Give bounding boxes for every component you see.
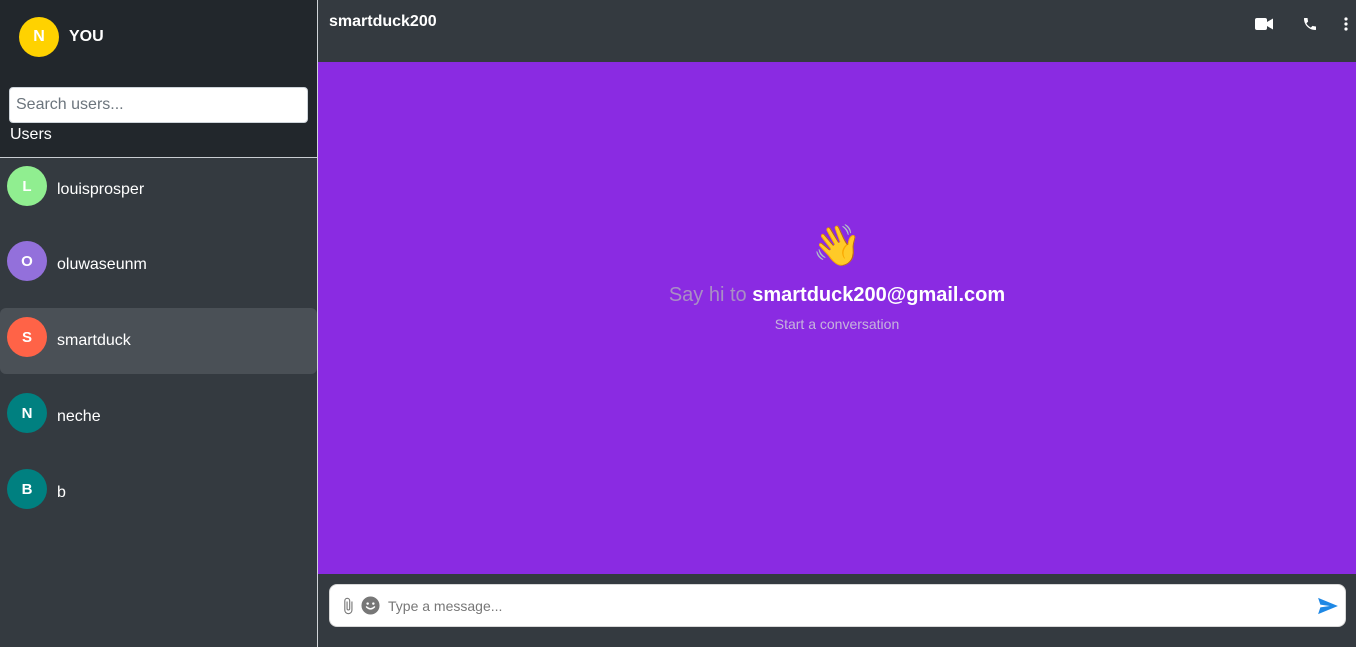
user-list-item[interactable]: Llouisprosper — [0, 158, 317, 222]
say-hi-prefix: Say hi to — [668, 284, 747, 306]
more-vertical-icon — [1344, 17, 1348, 31]
recipient-email: smartduck200@gmail.com — [752, 284, 1006, 306]
emoji-button[interactable] — [361, 596, 380, 615]
paperclip-icon — [344, 597, 353, 614]
user-name: neche — [57, 408, 101, 425]
wave-emoji: 👋 — [812, 224, 862, 268]
voice-call-button[interactable] — [1300, 14, 1320, 34]
user-avatar: N — [7, 393, 47, 433]
user-name: oluwaseunm — [57, 256, 147, 273]
smiley-icon — [361, 596, 380, 615]
message-area: 👋 Say hi to smartduck200@gmail.com Start… — [318, 62, 1356, 574]
current-user-name: YOU — [69, 28, 104, 45]
chat-header: smartduck200 — [318, 0, 1356, 62]
phone-icon — [1304, 18, 1316, 30]
chat-panel: smartduck200 👋 Say hi to smartduck200@gm… — [318, 0, 1356, 647]
chat-header-actions — [1254, 14, 1356, 34]
sidebar: N YOU Users Llouisprosper Ooluwaseunm Ssma… — [0, 0, 318, 647]
message-composer — [329, 584, 1346, 627]
user-avatar: L — [7, 166, 47, 206]
attach-button[interactable] — [339, 597, 357, 615]
search-input[interactable] — [9, 87, 308, 123]
user-list-item[interactable]: Ooluwaseunm — [0, 232, 317, 298]
say-hi-text: Say hi to smartduck200@gmail.com — [318, 284, 1356, 307]
composer-bar — [318, 574, 1356, 647]
message-input[interactable] — [388, 590, 1317, 621]
user-list-item[interactable]: Bb — [0, 460, 317, 526]
user-name: louisprosper — [57, 181, 145, 198]
empty-conversation: 👋 Say hi to smartduck200@gmail.com Start… — [318, 222, 1356, 332]
user-avatar: B — [7, 469, 47, 509]
send-button[interactable] — [1317, 597, 1339, 615]
video-call-button[interactable] — [1254, 14, 1274, 34]
chat-app: N YOU Users Llouisprosper Ooluwaseunm Ssma… — [0, 0, 1356, 647]
user-name: b — [57, 484, 66, 501]
send-icon — [1318, 597, 1338, 614]
user-list-item[interactable]: Ssmartduck — [0, 308, 317, 374]
chat-title: smartduck200 — [329, 13, 437, 30]
user-avatar: S — [7, 317, 47, 357]
start-conversation-text: Start a conversation — [774, 316, 900, 332]
current-user: N YOU — [19, 17, 104, 57]
user-name: smartduck — [57, 332, 131, 349]
current-user-avatar: N — [19, 17, 59, 57]
user-list-item[interactable]: Nneche — [0, 384, 317, 450]
users-heading: Users — [10, 126, 52, 143]
user-avatar: O — [7, 241, 47, 281]
more-options-button[interactable] — [1342, 14, 1350, 34]
sidebar-header: N YOU Users — [0, 0, 317, 158]
user-list: Llouisprosper Ooluwaseunm Ssmartduck Nneche… — [0, 158, 317, 647]
video-camera-icon — [1255, 18, 1273, 30]
